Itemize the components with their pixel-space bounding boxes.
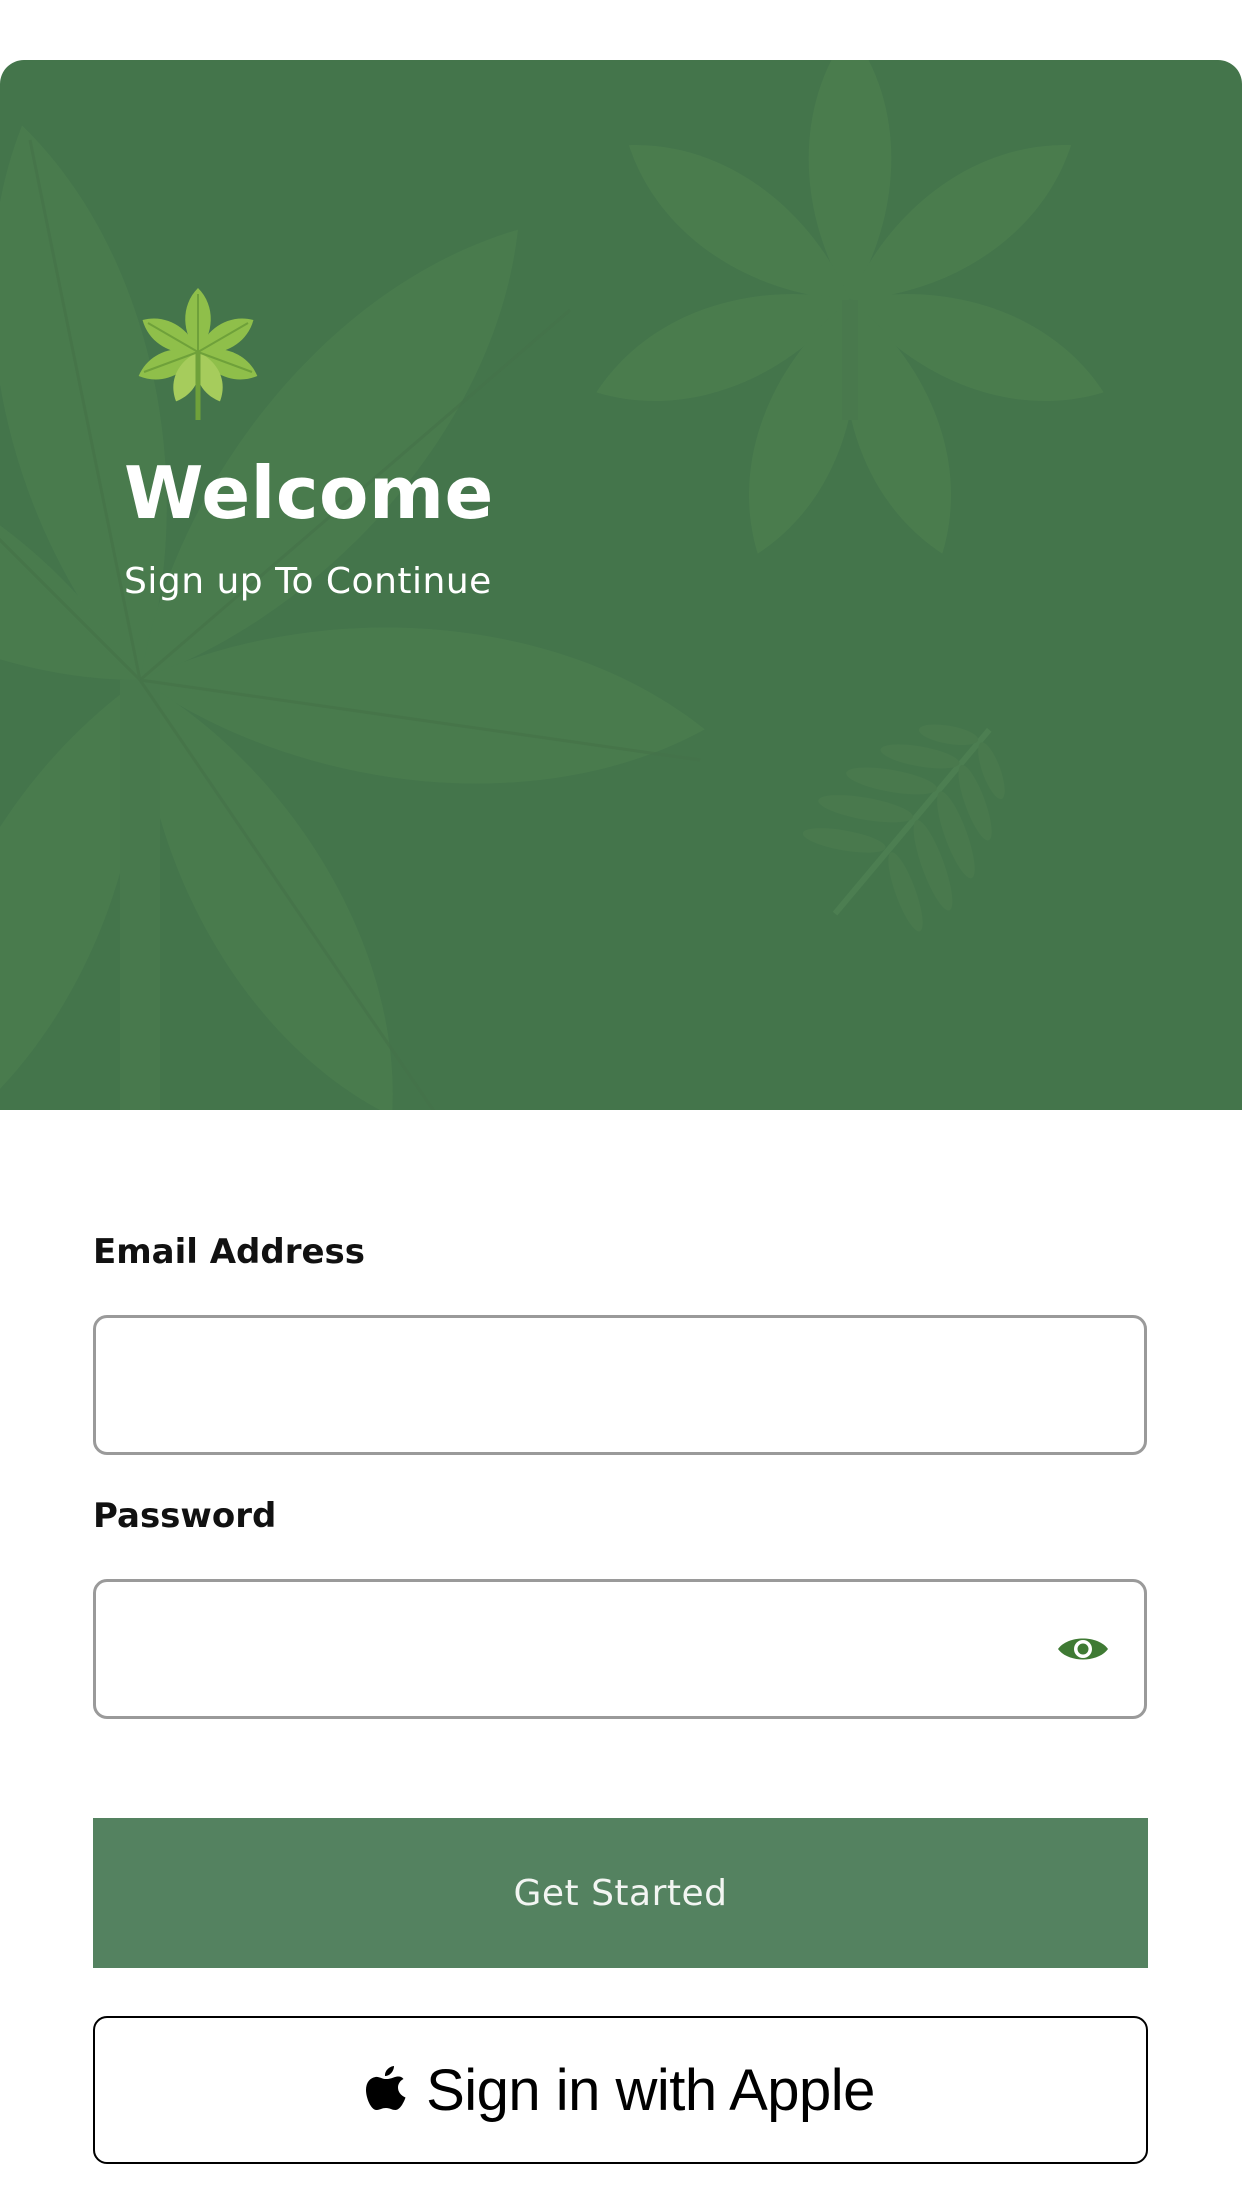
eye-icon[interactable]: [1056, 1629, 1110, 1669]
signup-screen: Welcome Sign up To Continue Email Addres…: [0, 0, 1242, 2208]
password-field[interactable]: [122, 1582, 1026, 1718]
get-started-button[interactable]: Get Started: [93, 1818, 1148, 1968]
apple-icon: [366, 2066, 406, 2110]
email-field[interactable]: [122, 1318, 1026, 1454]
password-field-container: [93, 1579, 1147, 1719]
chestnut-leaf-icon: [138, 288, 258, 420]
welcome-subtitle: Sign up To Continue: [124, 561, 492, 602]
email-label: Email Address: [93, 1232, 366, 1272]
sign-in-with-apple-button[interactable]: Sign in with Apple: [93, 2016, 1148, 2164]
welcome-title: Welcome: [124, 451, 494, 535]
email-field-container: [93, 1315, 1147, 1455]
hero-banner: Welcome Sign up To Continue: [0, 60, 1242, 1110]
apple-button-label: Sign in with Apple: [426, 2057, 875, 2123]
password-label: Password: [93, 1496, 277, 1536]
